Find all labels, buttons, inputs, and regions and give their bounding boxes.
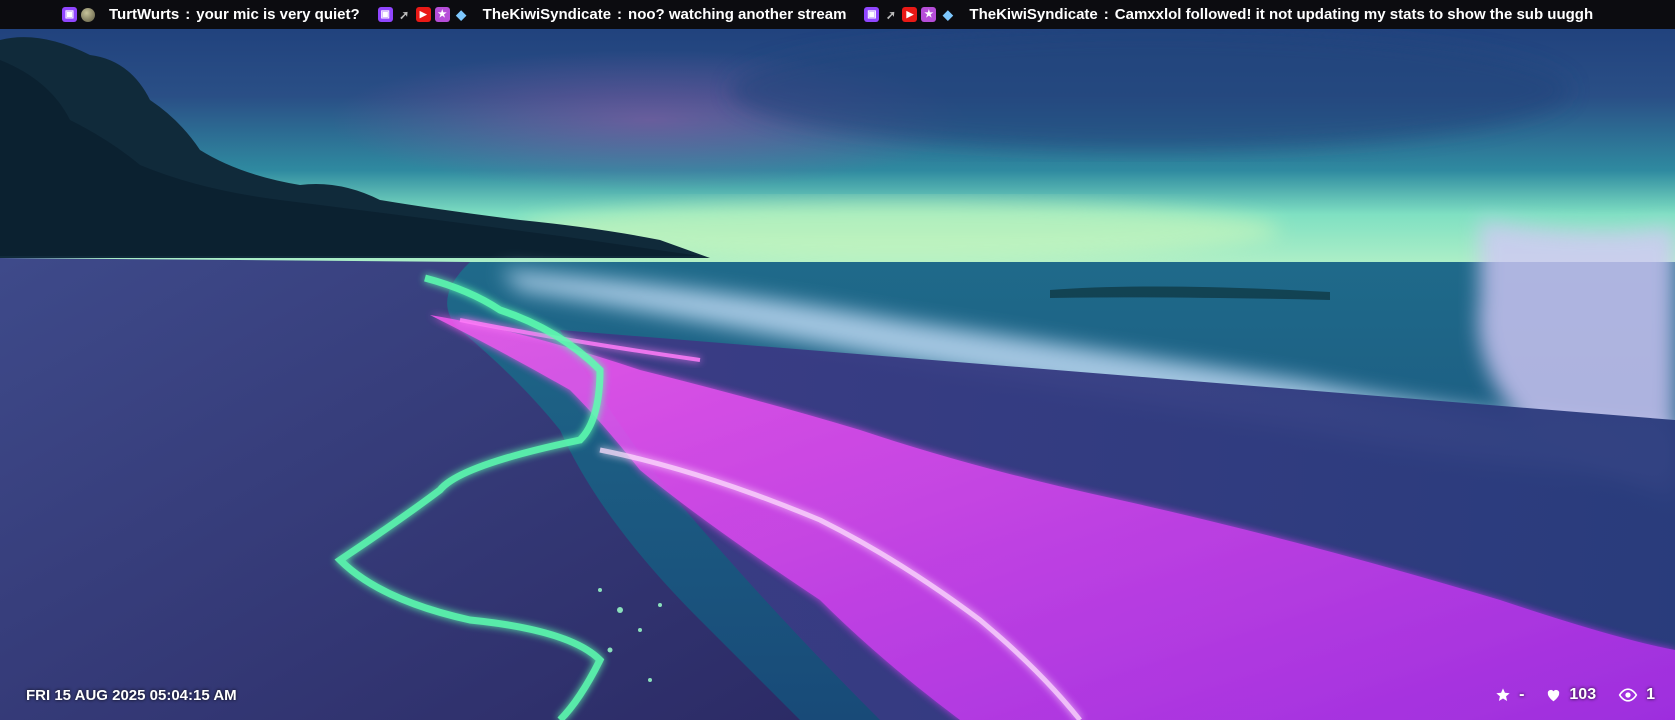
heart-icon xyxy=(1546,688,1561,702)
chat-message: ▣ TurtWurts: your mic is very quiet? xyxy=(62,6,360,23)
vip-star-badge-icon: ★ xyxy=(434,7,450,22)
chat-separator: : xyxy=(185,6,191,23)
star-icon xyxy=(1495,687,1511,703)
chat-separator: : xyxy=(1103,6,1109,23)
likes-count: 103 xyxy=(1569,686,1597,703)
date-time-display: FRI 15 AUG 2025 05:04:15 AM xyxy=(26,687,237,704)
likes-stat: 103 xyxy=(1546,686,1596,704)
rating-stat: - xyxy=(1495,686,1524,704)
background-beach-scene xyxy=(0,0,1675,720)
eye-icon xyxy=(1618,688,1638,702)
gem-badge-icon: ◆ xyxy=(942,7,953,22)
chat-separator: : xyxy=(617,6,623,23)
rating-value: - xyxy=(1519,686,1525,703)
chat-message: ▣ ➚ ▶ ★ ◆ TheKiwiSyndicate: noo? watching anot… xyxy=(377,6,847,23)
gem-badge-icon: ◆ xyxy=(456,7,467,22)
chat-username: TurtWurts xyxy=(109,6,180,23)
chat-message-text: noo? watching another stream xyxy=(628,6,847,23)
chat-username: TheKiwiSyndicate xyxy=(482,6,612,23)
chat-ticker: ▣ TurtWurts: your mic is very quiet? ▣ ➚ ▶ ★ ◆ T… xyxy=(0,0,1675,29)
chat-message-text: your mic is very quiet? xyxy=(196,6,360,23)
cursor-badge-icon: ➚ xyxy=(399,7,410,22)
chat-message-text: Camxxlol followed! it not updating my st… xyxy=(1114,6,1594,23)
orb-badge-icon xyxy=(81,7,95,22)
chat-ticker-track: ▣ TurtWurts: your mic is very quiet? ▣ ➚ ▶ ★ ◆ T… xyxy=(0,6,1611,23)
chat-username: TheKiwiSyndicate xyxy=(969,6,1098,23)
moderator-badge-icon: ▶ xyxy=(415,7,431,22)
twitch-badge-icon: ▣ xyxy=(864,7,880,22)
twitch-badge-icon: ▣ xyxy=(377,7,393,22)
stream-overlay: ▣ TurtWurts: your mic is very quiet? ▣ ➚ ▶ ★ ◆ T… xyxy=(0,0,1675,720)
vip-star-badge-icon: ★ xyxy=(921,7,937,22)
viewers-count: 1 xyxy=(1646,686,1655,703)
cursor-badge-icon: ➚ xyxy=(885,7,896,22)
twitch-badge-icon: ▣ xyxy=(62,7,77,22)
stream-stats: - 103 1 xyxy=(1473,686,1655,704)
chat-message: ▣ ➚ ▶ ★ ◆ TheKiwiSyndicate: Camxxlol followed!… xyxy=(864,6,1593,23)
viewers-stat: 1 xyxy=(1618,686,1655,704)
moderator-badge-icon: ▶ xyxy=(902,7,918,22)
